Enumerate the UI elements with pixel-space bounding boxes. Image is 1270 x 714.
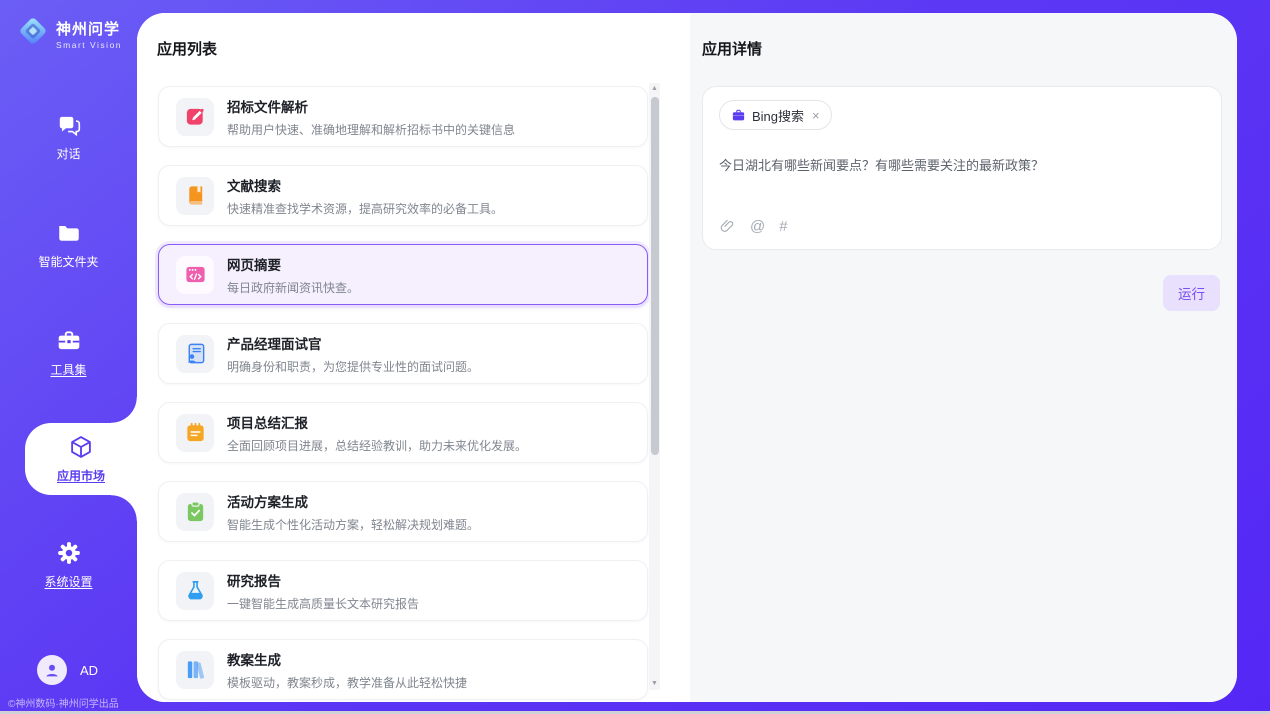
app-card[interactable]: 产品经理面试官明确身份和职责，为您提供专业性的面试问题。 [158, 323, 648, 384]
tool-tag-label: Bing搜索 [752, 106, 804, 125]
app-card[interactable]: 研究报告一键智能生成高质量长文本研究报告 [158, 560, 648, 621]
scrollbar[interactable]: ▲ ▼ [649, 83, 660, 690]
app-card-desc: 明确身份和职责，为您提供专业性的面试问题。 [227, 358, 479, 375]
app-card-list: 招标文件解析帮助用户快速、准确地理解和解析招标书中的关键信息文献搜索快速精准查找… [158, 86, 648, 700]
app-card-desc: 帮助用户快速、准确地理解和解析招标书中的关键信息 [227, 121, 515, 138]
app-card-title: 项目总结汇报 [227, 412, 527, 432]
composer-toolbar: @ # [719, 218, 1205, 235]
app-card[interactable]: 活动方案生成智能生成个性化活动方案，轻松解决规划难题。 [158, 481, 648, 542]
briefcase-icon [731, 108, 746, 123]
app-card-desc: 模板驱动，教案秒成，教学准备从此轻松快捷 [227, 674, 467, 691]
avatar[interactable] [37, 655, 67, 685]
app-card[interactable]: 项目总结汇报全面回顾项目进展，总结经验教训，助力未来优化发展。 [158, 402, 648, 463]
brand-logo-icon [16, 14, 50, 53]
app-card-title: 教案生成 [227, 649, 467, 669]
run-button[interactable]: 运行 [1163, 275, 1220, 311]
clipboard-icon [176, 493, 214, 531]
user-initials: AD [80, 663, 98, 678]
attachment-icon[interactable] [719, 218, 736, 235]
app-card-title: 研究报告 [227, 570, 419, 590]
flask-icon [176, 572, 214, 610]
brand-logo: 神州问学 Smart Vision [0, 0, 137, 53]
cube-icon [68, 434, 94, 460]
toolbox-icon [56, 328, 82, 354]
note-icon [176, 414, 214, 452]
scroll-up-icon[interactable]: ▲ [649, 83, 660, 95]
app-card-title: 活动方案生成 [227, 491, 479, 511]
app-card-title: 网页摘要 [227, 254, 359, 274]
hash-icon[interactable]: # [779, 218, 787, 235]
app-detail-title: 应用详情 [702, 38, 1222, 59]
app-card-desc: 快速精准查找学术资源，提高研究效率的必备工具。 [227, 200, 503, 217]
edit-icon [176, 98, 214, 136]
run-row: 运行 [702, 275, 1222, 311]
app-card-title: 文献搜索 [227, 175, 503, 195]
app-list-title: 应用列表 [157, 38, 690, 59]
app-card-title: 招标文件解析 [227, 96, 515, 116]
scroll-down-icon[interactable]: ▼ [649, 678, 660, 690]
sidebar-item-label: 工具集 [50, 361, 86, 378]
sidebar-item-settings[interactable]: 系统设置 [0, 527, 137, 603]
gear-icon [56, 540, 82, 566]
composer-card: Bing搜索 × 今日湖北有哪些新闻要点？有哪些需要关注的最新政策？ @ # [702, 86, 1222, 250]
sidebar-item-label: 对话 [56, 145, 80, 162]
app-card-desc: 全面回顾项目进展，总结经验教训，助力未来优化发展。 [227, 437, 527, 454]
copyright-text: ©神州数码·神州问学出品 [0, 695, 137, 710]
app-card-title: 产品经理面试官 [227, 333, 479, 353]
sidebar-item-label: 应用市场 [57, 467, 105, 484]
brand-subtitle: Smart Vision [56, 40, 122, 50]
folder-icon [56, 220, 82, 246]
tag-close-icon[interactable]: × [812, 108, 820, 123]
user-row[interactable]: AD [0, 655, 137, 685]
sidebar-item-folders[interactable]: 智能文件夹 [0, 207, 137, 283]
sidebar-nav: 对话智能文件夹工具集应用市场系统设置 [0, 99, 137, 603]
prompt-input[interactable]: 今日湖北有哪些新闻要点？有哪些需要关注的最新政策？ [719, 157, 1205, 218]
app-card-selected[interactable]: 网页摘要每日政府新闻资讯快查。 [158, 244, 648, 305]
sidebar: 神州问学 Smart Vision 对话智能文件夹工具集应用市场系统设置 AD … [0, 0, 137, 714]
sidebar-item-label: 智能文件夹 [38, 253, 98, 270]
app-card-desc: 一键智能生成高质量长文本研究报告 [227, 595, 419, 612]
brand-name: 神州问学 [56, 18, 122, 39]
book-icon [176, 177, 214, 215]
tool-tag-bing[interactable]: Bing搜索 × [719, 100, 832, 130]
sidebar-item-market[interactable]: 应用市场 [25, 423, 137, 495]
app-detail-panel: 应用详情 Bing搜索 × 今日湖北有哪些新闻要点？有哪些需要关注的最新政策？ [690, 13, 1237, 702]
person-icon [176, 335, 214, 373]
main-content: 应用列表 招标文件解析帮助用户快速、准确地理解和解析招标书中的关键信息文献搜索快… [137, 13, 1237, 702]
chat-icon [56, 112, 82, 138]
books-icon [176, 651, 214, 689]
app-card-desc: 智能生成个性化活动方案，轻松解决规划难题。 [227, 516, 479, 533]
browser-icon [176, 256, 214, 294]
scrollbar-thumb[interactable] [651, 97, 659, 455]
mention-icon[interactable]: @ [750, 218, 765, 235]
app-card[interactable]: 文献搜索快速精准查找学术资源，提高研究效率的必备工具。 [158, 165, 648, 226]
sidebar-item-chat[interactable]: 对话 [0, 99, 137, 175]
app-list-panel: 应用列表 招标文件解析帮助用户快速、准确地理解和解析招标书中的关键信息文献搜索快… [137, 13, 690, 702]
app-card[interactable]: 教案生成模板驱动，教案秒成，教学准备从此轻松快捷 [158, 639, 648, 700]
app-card-desc: 每日政府新闻资讯快查。 [227, 279, 359, 296]
sidebar-item-label: 系统设置 [44, 573, 92, 590]
app-card[interactable]: 招标文件解析帮助用户快速、准确地理解和解析招标书中的关键信息 [158, 86, 648, 147]
sidebar-item-tools[interactable]: 工具集 [0, 315, 137, 391]
